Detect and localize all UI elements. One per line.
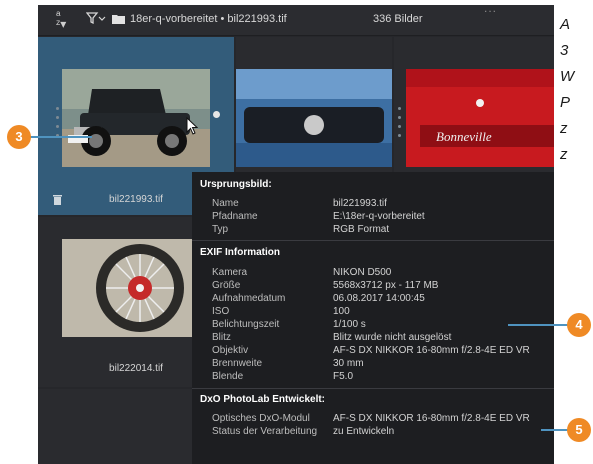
margin-line: 3 [560, 42, 569, 59]
info-value: NIKON D500 [333, 267, 392, 278]
info-row: Blitz Blitz wurde nicht ausgelöst [192, 332, 554, 344]
info-key: Name [212, 198, 239, 209]
image-info-tooltip: Ursprungsbild: Name bil221993.tif Pfadnam… [192, 172, 554, 464]
info-key: Blitz [212, 332, 231, 343]
image-count: 336 Bilder [373, 13, 423, 25]
margin-line: W [560, 68, 575, 85]
filter-icon[interactable] [85, 12, 106, 27]
info-value: 5568x3712 px - 117 MB [333, 280, 439, 291]
mouse-cursor-icon [186, 116, 199, 140]
info-value: zu Entwickeln [333, 426, 395, 437]
info-key: Optisches DxO-Modul [212, 413, 310, 424]
info-row: Status der Verarbeitung zu Entwickeln [192, 426, 554, 438]
thumbnail-image[interactable] [62, 239, 210, 337]
info-key: Belichtungszeit [212, 319, 280, 330]
section-title-dxo: DxO PhotoLab Entwickelt: [200, 394, 326, 405]
section-title-exif: EXIF Information [200, 247, 280, 258]
info-value: RGB Format [333, 224, 390, 235]
info-key: Aufnahmedatum [212, 293, 286, 304]
info-value: 06.08.2017 14:00:45 [333, 293, 425, 304]
section-title-origin: Ursprungsbild: [200, 179, 272, 190]
callout-badge-5: 5 [567, 418, 591, 442]
info-key: ISO [212, 306, 230, 317]
info-value: AF-S DX NIKKOR 16-80mm f/2.8-4E ED VR [333, 413, 530, 424]
info-value: F5.0 [333, 371, 354, 382]
info-row: Belichtungszeit 1/100 s [192, 319, 554, 331]
info-value: Blitz wurde nicht ausgelöst [333, 332, 452, 343]
folder-icon [112, 14, 125, 27]
photolab-browser: ᵃ ᶻ▾ 18er-q-vorbereitet • bil221993.tif 3… [38, 5, 554, 464]
info-key: Objektiv [212, 345, 249, 356]
info-key: Blende [212, 371, 244, 382]
callout-line-4 [508, 324, 572, 326]
info-row: Optisches DxO-Modul AF-S DX NIKKOR 16-80m… [192, 413, 554, 425]
info-row: Name bil221993.tif [192, 198, 554, 210]
info-value: 1/100 s [333, 319, 366, 330]
margin-text: A 3 W P z z [560, 12, 574, 168]
info-key: Status der Verarbeitung [212, 426, 318, 437]
info-value: E:\18er-q-vorbereitet [333, 211, 425, 222]
drag-handle[interactable] [398, 107, 402, 143]
margin-line: z [560, 146, 568, 163]
thumbnail-image[interactable] [236, 69, 392, 167]
info-row: Typ RGB Format [192, 224, 554, 236]
info-row: Aufnahmedatum 06.08.2017 14:00:45 [192, 293, 554, 305]
browser-toolbar: ᵃ ᶻ▾ 18er-q-vorbereitet • bil221993.tif 3… [38, 5, 554, 36]
sort-az-icon[interactable]: ᵃ ᶻ▾ [56, 9, 66, 30]
divider [192, 388, 554, 389]
info-row: Brennweite 30 mm [192, 358, 554, 370]
info-value: AF-S DX NIKKOR 16-80mm f/2.8-4E ED VR [333, 345, 530, 356]
info-value: 100 [333, 306, 350, 317]
thumbnail-image[interactable]: Bonneville [406, 69, 554, 167]
margin-line: P [560, 94, 571, 111]
info-key: Kamera [212, 267, 248, 278]
divider [192, 240, 554, 241]
info-key: Typ [212, 224, 229, 235]
info-row: Pfadname E:\18er-q-vorbereitet [192, 211, 554, 223]
margin-line: A [560, 16, 571, 33]
more-options-icon[interactable]: ... [484, 5, 497, 15]
margin-line: z [560, 120, 568, 137]
info-row: Größe 5568x3712 px - 117 MB [192, 280, 554, 292]
folder-path[interactable]: 18er-q-vorbereitet • bil221993.tif [130, 13, 287, 25]
svg-text:Bonneville: Bonneville [436, 129, 492, 144]
info-key: Brennweite [212, 358, 263, 369]
info-row: ISO 100 [192, 306, 554, 318]
toggle-dot[interactable] [213, 111, 220, 118]
info-value: bil221993.tif [333, 198, 387, 209]
info-row: Objektiv AF-S DX NIKKOR 16-80mm f/2.8-4E … [192, 345, 554, 357]
callout-badge-4: 4 [567, 313, 591, 337]
callout-badge-3: 3 [7, 125, 31, 149]
info-row: Blende F5.0 [192, 371, 554, 383]
info-row: Kamera NIKON D500 [192, 267, 554, 279]
info-value: 30 mm [333, 358, 364, 369]
info-key: Größe [212, 280, 241, 291]
callout-line-3 [30, 136, 92, 138]
info-key: Pfadname [212, 211, 258, 222]
